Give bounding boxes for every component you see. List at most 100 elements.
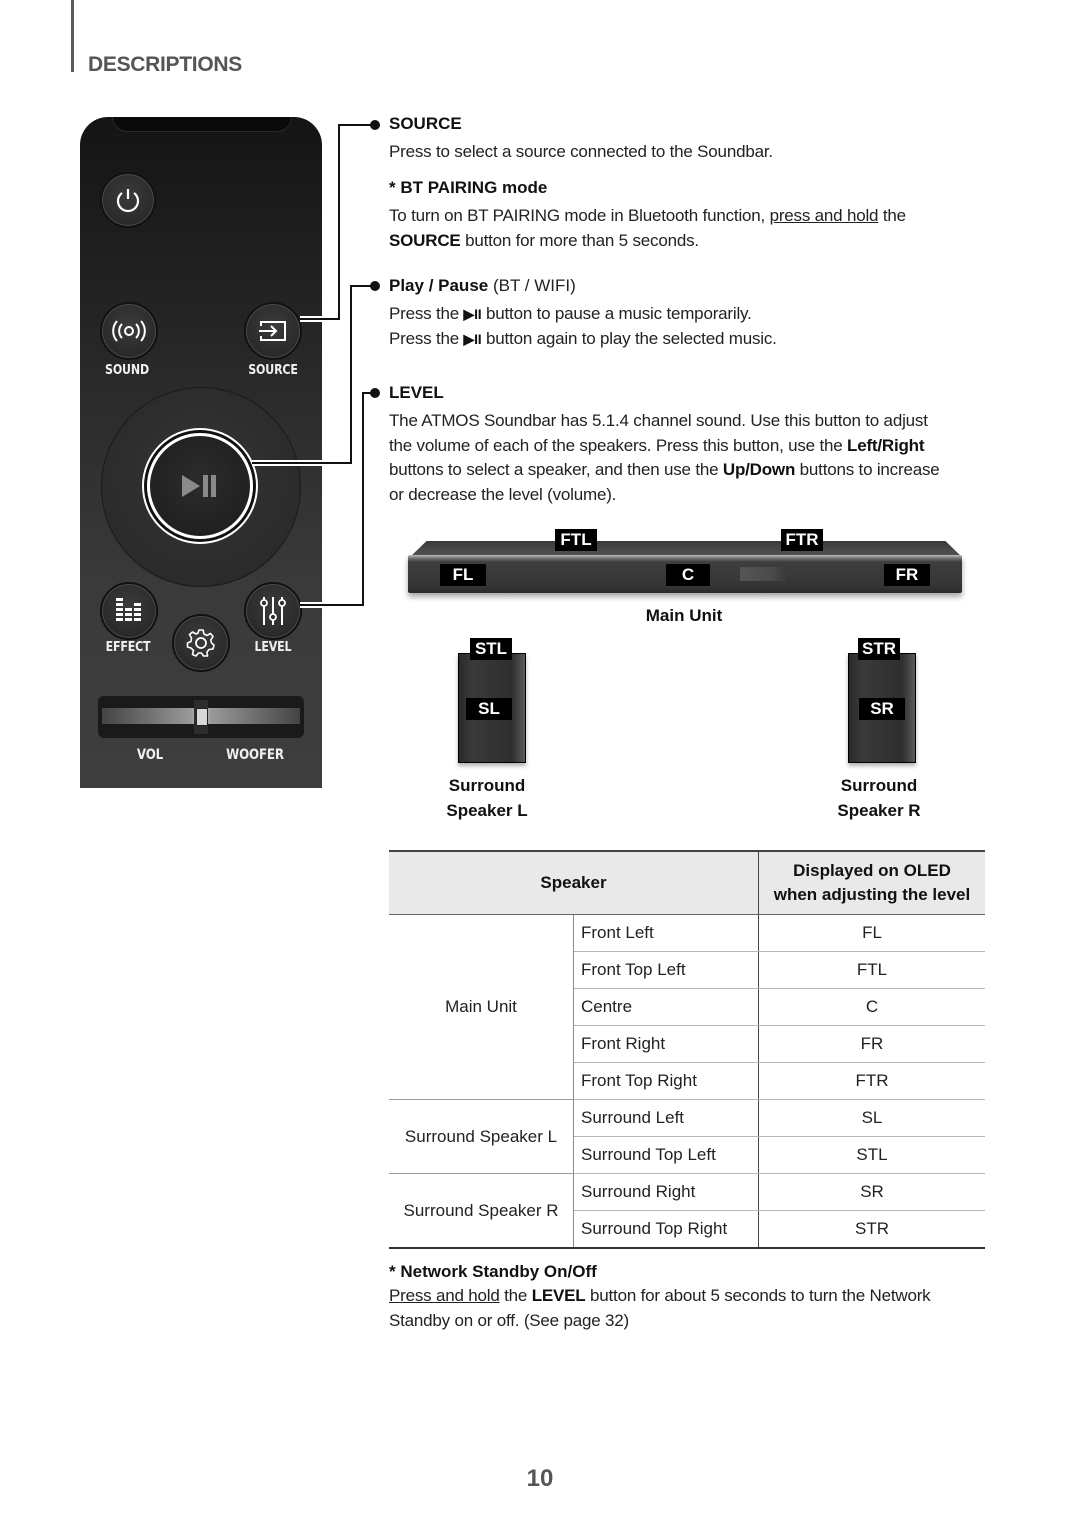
speaker-cell: Front Right — [573, 1025, 759, 1063]
level-button[interactable] — [244, 582, 302, 640]
equalizer-icon — [116, 598, 141, 621]
play-pause-glyph-icon: ▶II — [463, 330, 482, 347]
rocker-center-marker — [196, 708, 208, 726]
page-number: 10 — [526, 1465, 554, 1492]
caption-line: Surround — [840, 776, 918, 795]
tag-c: C — [666, 564, 710, 586]
tag-stl: STL — [470, 638, 512, 660]
sound-button[interactable] — [100, 302, 158, 360]
code-cell: FTL — [758, 951, 985, 989]
level-heading: LEVEL — [389, 383, 444, 402]
speaker-cell: Centre — [573, 988, 759, 1026]
vol-woofer-rocker[interactable] — [98, 696, 304, 738]
source-button[interactable] — [244, 302, 302, 360]
speaker-cell: Front Left — [573, 914, 759, 952]
play-pause-subtitle: (BT / WIFI) — [488, 276, 576, 295]
source-bold: SOURCE — [389, 230, 461, 250]
speaker-cell: Front Top Left — [573, 951, 759, 989]
play-pause-text: Press the ▶II button to pause a music te… — [389, 302, 989, 351]
callout-source-line-v — [338, 124, 340, 320]
table-header-row: Speaker Displayed on OLED when adjusting… — [389, 850, 985, 915]
callout-source-line-h2 — [338, 124, 374, 126]
play-pause-glyph-icon: ▶II — [463, 306, 482, 322]
callout-source-dot — [370, 120, 380, 130]
text-part: button to pause a music temporarily. — [481, 304, 752, 323]
text-part: the — [499, 1286, 532, 1305]
tag-ftr: FTR — [781, 529, 823, 551]
soundbar-display — [740, 567, 786, 581]
callout-play-dot — [370, 281, 380, 291]
text-part: Press the — [389, 328, 464, 348]
text-part: button for about 5 seconds to turn the N… — [585, 1286, 931, 1305]
play-pause-heading: Play / Pause (BT / WIFI) — [389, 276, 576, 296]
speaker-cell: Front Top Right — [573, 1062, 759, 1100]
source-description: Press to select a source connected to th… — [389, 142, 773, 161]
text-part: or decrease the level (volume). — [389, 484, 617, 504]
callout-source-line-h1 — [300, 318, 340, 320]
play-pause-button[interactable] — [147, 433, 253, 539]
level-text: The ATMOS Soundbar has 5.1.4 channel sou… — [389, 409, 1009, 507]
settings-button[interactable] — [172, 614, 230, 672]
text-part: Standby on or off. (See page 32) — [389, 1310, 629, 1330]
level-bold: LEVEL — [531, 1286, 586, 1305]
tag-sr: SR — [859, 698, 905, 720]
caption-line: Speaker R — [837, 801, 921, 820]
speaker-cell: Surround Top Left — [573, 1136, 759, 1174]
press-and-hold-emphasis: press and hold — [769, 206, 879, 225]
power-icon — [116, 189, 140, 213]
effect-label: EFFECT — [105, 640, 151, 655]
speaker-cell: Surround Right — [573, 1173, 759, 1211]
source-label: SOURCE — [248, 363, 298, 378]
text-part: the volume of each of the speakers. Pres… — [389, 435, 848, 455]
text-part: buttons to increase — [795, 460, 940, 479]
source-icon — [259, 321, 286, 341]
level-label: LEVEL — [254, 640, 292, 655]
speaker-cell: Surround Left — [573, 1099, 759, 1137]
table-row: Main Unit Front Left FL — [389, 914, 985, 1100]
network-standby-text: Press and hold the LEVEL button for abou… — [389, 1284, 1009, 1333]
press-and-hold-emphasis: Press and hold — [389, 1286, 500, 1305]
text-part: Press the — [389, 304, 464, 323]
play-pause-title: Play / Pause — [389, 276, 489, 295]
gear-icon — [186, 629, 215, 657]
tag-fl: FL — [440, 564, 486, 586]
side-rule — [71, 0, 74, 72]
vol-label: VOL — [136, 747, 164, 763]
group-cell: Surround Speaker R — [389, 1173, 574, 1249]
left-right-bold: Left/Right — [847, 435, 925, 455]
bt-text-part: To turn on BT PAIRING mode in Bluetooth … — [389, 206, 770, 225]
sound-icon — [112, 320, 146, 342]
sliders-icon — [260, 597, 286, 625]
up-down-bold: Up/Down — [722, 460, 796, 479]
header-displayed-on-oled: Displayed on OLED when adjusting the lev… — [758, 850, 985, 915]
callout-level-dot — [370, 388, 380, 398]
code-cell: STR — [758, 1210, 985, 1249]
text-part: The ATMOS Soundbar has 5.1.4 channel sou… — [389, 411, 928, 430]
header-line: Displayed on OLED — [793, 861, 951, 880]
caption-line: Speaker L — [446, 801, 528, 820]
remote-top-notch — [112, 117, 292, 132]
table-row: Surround Speaker R Surround Right SR — [389, 1173, 985, 1249]
code-cell: FTR — [758, 1062, 985, 1100]
bt-pairing-text: To turn on BT PAIRING mode in Bluetooth … — [389, 204, 989, 253]
source-heading: SOURCE — [389, 114, 462, 133]
section-title: DESCRIPTIONS — [88, 53, 242, 76]
main-unit-caption: Main Unit — [645, 606, 723, 625]
speaker-cell: Surround Top Right — [573, 1210, 759, 1249]
code-cell: C — [758, 988, 985, 1026]
network-standby-heading: * Network Standby On/Off — [389, 1262, 597, 1281]
power-button[interactable] — [100, 172, 156, 228]
surround-r-caption: Surround Speaker R — [809, 773, 949, 823]
callout-play-line-v — [350, 285, 352, 464]
text-part: buttons to select a speaker, and then us… — [389, 460, 723, 479]
bt-text-part: button for more than 5 seconds. — [460, 230, 699, 250]
surround-l-caption: Surround Speaker L — [417, 773, 557, 823]
speaker-level-table: Speaker Displayed on OLED when adjusting… — [389, 850, 985, 1249]
woofer-label: WOOFER — [226, 747, 284, 763]
code-cell: STL — [758, 1136, 985, 1174]
play-pause-icon — [182, 475, 216, 497]
bt-text-part: the — [878, 206, 906, 225]
callout-level-line-v — [362, 392, 364, 606]
code-cell: FL — [758, 914, 985, 952]
effect-button[interactable] — [100, 582, 158, 640]
